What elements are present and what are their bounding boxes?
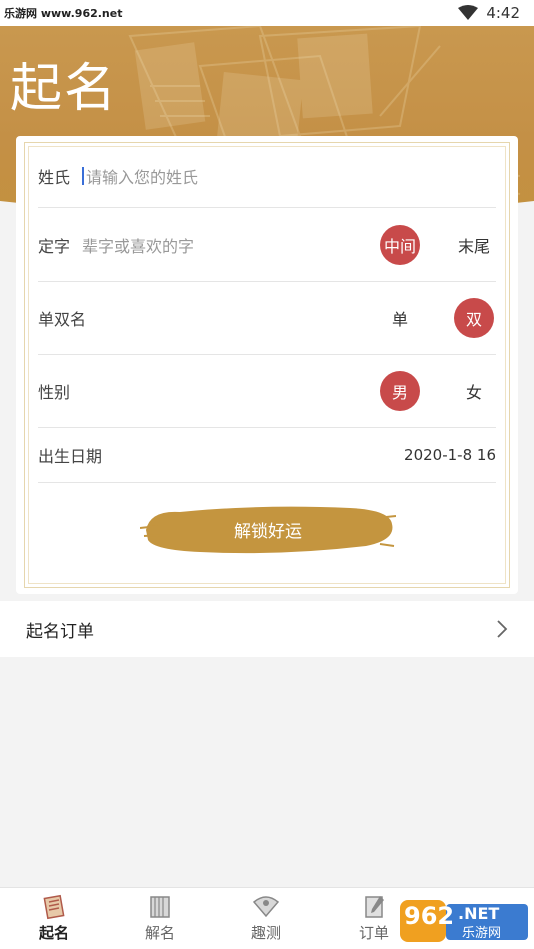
single-name-option[interactable]: 单 [380,298,420,338]
book-icon [150,896,170,918]
tab-label: 趣测 [250,924,281,942]
fixed-char-input[interactable]: 辈字或喜欢的字 [82,233,194,257]
naming-icon [43,894,65,920]
order-icon [365,896,384,918]
watermark-site-name: 乐游网 [462,926,502,941]
chevron-right-icon [497,620,508,638]
tab-orders[interactable]: 订单 [344,894,404,943]
fan-icon [252,896,280,918]
fixed-char-row: 定字 辈字或喜欢的字 中间 末尾 [38,208,496,282]
double-name-option[interactable]: 双 [454,298,494,338]
status-time: 4:42 [486,4,520,22]
unlock-luck-button[interactable]: 解锁好运 [140,500,396,558]
tab-label: 起名 [38,924,69,942]
naming-form-card: 姓氏 请输入您的姓氏 定字 辈字或喜欢的字 中间 末尾 单双名 单 双 性别 男… [16,136,518,594]
surname-input[interactable]: 请输入您的姓氏 [86,164,198,188]
watermark-domain: .NET [458,904,500,923]
naming-orders-label: 起名订单 [26,621,94,642]
position-middle-option[interactable]: 中间 [380,225,420,265]
birth-date-label: 出生日期 [38,447,103,466]
surname-row: 姓氏 请输入您的姓氏 [38,144,496,208]
watermark-text: 乐游网 www.962.net [4,7,123,20]
position-end-option[interactable]: 末尾 [454,225,494,265]
page-title: 起名 [10,59,119,119]
gender-row: 性别 男 女 [38,355,496,428]
fixed-char-label: 定字 [38,236,71,256]
gender-female-option[interactable]: 女 [454,371,494,411]
gender-label: 性别 [38,383,71,402]
birth-date-row[interactable]: 出生日期 2020-1-8 16 [38,428,496,483]
birth-date-value[interactable]: 2020-1-8 16 [404,446,496,464]
status-indicators: 4:42 [458,4,520,22]
tab-label: 解名 [144,924,175,942]
text-caret [82,166,84,185]
name-type-row: 单双名 单 双 [38,282,496,355]
tab-label: 订单 [358,924,389,942]
unlock-luck-label: 解锁好运 [234,521,302,542]
name-type-label: 单双名 [38,310,87,329]
site-watermark-logo: 962 .NET 乐游网 [398,898,530,944]
gender-male-option[interactable]: 男 [380,371,420,411]
naming-orders-row[interactable]: 起名订单 [0,601,534,657]
tab-fun-test[interactable]: 趣测 [236,894,296,943]
status-bar: 乐游网 www.962.net 4:42 [0,0,534,26]
tab-naming[interactable]: 起名 [24,894,84,943]
tab-name-analysis[interactable]: 解名 [130,894,190,943]
wifi-icon [458,5,479,20]
watermark-number: 962 [404,902,455,930]
surname-label: 姓氏 [38,167,71,187]
